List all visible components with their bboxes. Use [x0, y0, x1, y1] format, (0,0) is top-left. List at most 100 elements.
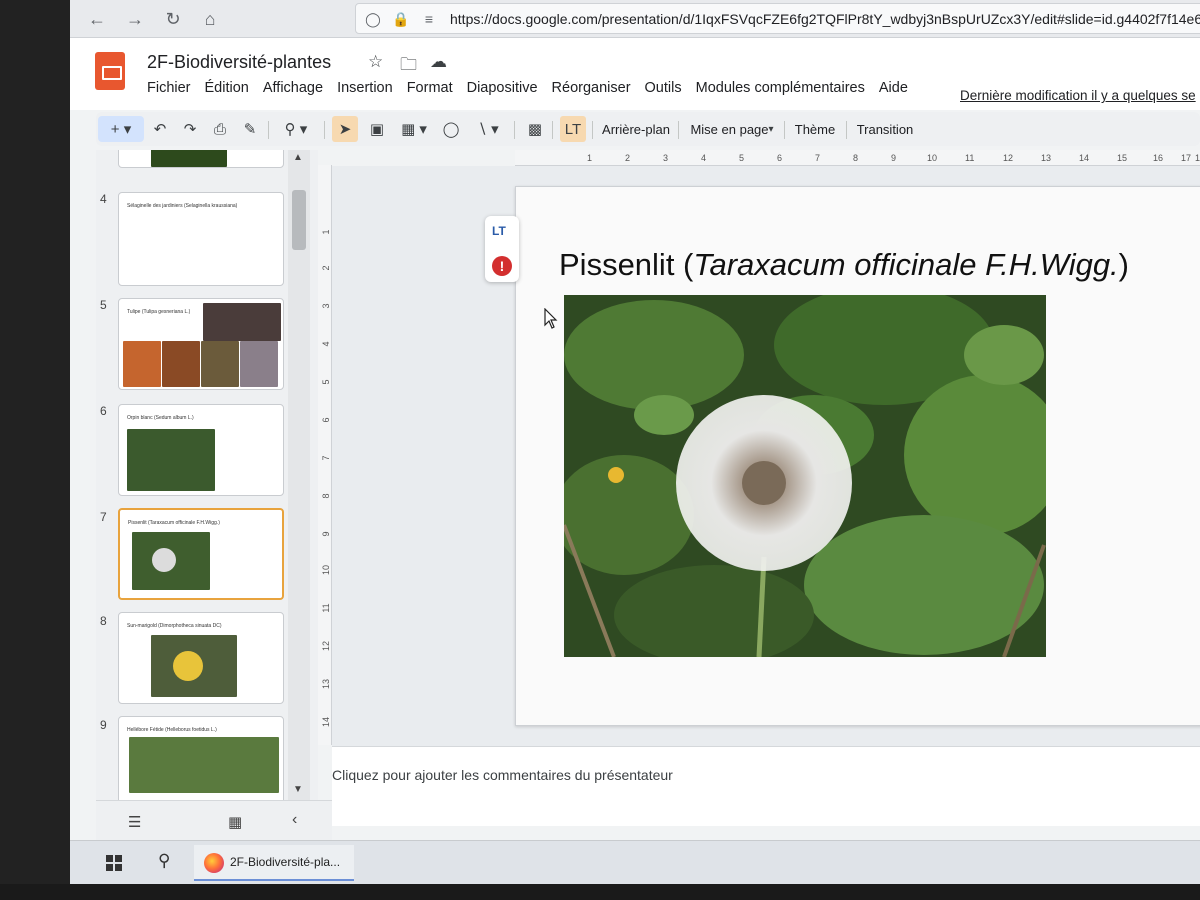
scroll-up-icon[interactable]: ▲ [293, 152, 303, 163]
shape-icon[interactable]: ◯ [438, 116, 464, 142]
taskbar-firefox-window[interactable]: 2F-Biodiversité-pla... [194, 845, 354, 881]
back-arrow-icon[interactable]: ← [84, 6, 110, 32]
reload-icon[interactable]: ↻ [160, 6, 186, 32]
ruler-tick-label: 17 [1181, 153, 1192, 163]
firefox-icon [204, 853, 224, 873]
cloud-status-icon[interactable]: ☁ [430, 52, 447, 72]
slide-number: 4 [100, 192, 107, 206]
thumbnail-photo [132, 532, 210, 590]
dandelion-photo[interactable] [564, 295, 1046, 657]
ruler-tick-label: 5 [321, 379, 331, 385]
slide-thumbnail-8[interactable]: Sun-marigold (Dimorphotheca sinuata DC) [118, 612, 284, 704]
redo-icon[interactable]: ↷ [178, 116, 202, 142]
slide-number: 8 [100, 614, 107, 628]
menu-diapositive[interactable]: Diapositive [467, 80, 538, 96]
search-icon[interactable]: ⚲ [158, 851, 170, 871]
ruler-tick-label: 10 [321, 565, 331, 576]
menu-aide[interactable]: Aide [879, 80, 908, 96]
slide-thumbnail-5[interactable]: Tulipe (Tulipa gesneriana L.) [118, 298, 284, 390]
thumbnail-photo [151, 635, 237, 697]
browser-toolbar: ← → ↻ ⌂ ◯ 🔒 ≡ https://docs.google.com/pr… [70, 0, 1200, 38]
ruler-tick-label: 15 [1117, 153, 1128, 163]
scrollbar-thumb[interactable] [292, 190, 306, 250]
ruler-tick-label: 16 [1153, 153, 1164, 163]
ruler-tick-label: 2 [625, 153, 631, 163]
document-title[interactable]: 2F-Biodiversité-plantes [147, 52, 331, 73]
text-box-icon[interactable]: ▣ [364, 116, 390, 142]
slide-thumbnail-7-selected[interactable]: Pissenlit (Taraxacum officinale F.H.Wigg… [118, 508, 284, 600]
menu-edition[interactable]: Édition [205, 80, 249, 96]
address-bar[interactable]: ◯ 🔒 ≡ https://docs.google.com/presentati… [355, 3, 1200, 34]
slide-title[interactable]: Pissenlit (Taraxacum officinale F.H.Wigg… [559, 247, 1129, 283]
transition-button[interactable]: Transition [852, 116, 918, 142]
chevron-down-icon: ▾ [768, 123, 774, 135]
ruler-tick-label: 7 [321, 455, 331, 461]
thumbnail-title: Pissenlit (Taraxacum officinale F.H.Wigg… [128, 520, 220, 526]
ruler-tick-label: 13 [1041, 153, 1052, 163]
home-icon[interactable]: ⌂ [197, 6, 223, 32]
windows-start-icon[interactable] [106, 855, 122, 871]
ruler-tick-label: 12 [1003, 153, 1014, 163]
menu-reorganiser[interactable]: Réorganiser [552, 80, 631, 96]
comment-icon[interactable]: ▩ [522, 116, 548, 142]
paint-format-icon[interactable]: ✎ [238, 116, 262, 142]
grid-view-icon[interactable]: ▦ [228, 813, 242, 831]
menu-fichier[interactable]: Fichier [147, 80, 191, 96]
error-alert-icon[interactable]: ! [492, 256, 512, 276]
print-icon[interactable]: ⎙ [208, 116, 232, 142]
menu-outils[interactable]: Outils [645, 80, 682, 96]
speaker-notes-placeholder[interactable]: Cliquez pour ajouter les commentaires du… [332, 767, 673, 783]
menu-insertion[interactable]: Insertion [337, 80, 393, 96]
slide-filmstrip: 4 Sélaginelle des jardiniers (Selaginell… [96, 150, 318, 800]
collapse-panel-icon[interactable]: ‹ [292, 811, 297, 829]
slide-thumbnail-6[interactable]: Orpin blanc (Sedum album L.) [118, 404, 284, 496]
slide-number: 7 [100, 510, 107, 524]
current-slide[interactable]: Pissenlit (Taraxacum officinale F.H.Wigg… [515, 186, 1200, 726]
editing-toolbar: + ▾ ↶ ↷ ⎙ ✎ ⚲ ▾ ➤ ▣ ▦ ▾ ◯ ∖ ▾ ▩ LT Arriè… [96, 112, 1200, 146]
taskbar-window-label: 2F-Biodiversité-pla... [230, 855, 341, 869]
slide-canvas[interactable]: Pissenlit (Taraxacum officinale F.H.Wigg… [332, 166, 1200, 746]
ruler-tick-label: 8 [321, 493, 331, 499]
last-edit-link[interactable]: Dernière modification il y a quelques se [960, 88, 1196, 103]
menu-affichage[interactable]: Affichage [263, 80, 323, 96]
slide-thumbnail-3[interactable] [118, 150, 284, 168]
ruler-tick-label: 3 [321, 303, 331, 309]
slide-thumbnail-4[interactable]: Sélaginelle des jardiniers (Selaginella … [118, 192, 284, 286]
lock-icon[interactable]: 🔒 [392, 10, 410, 28]
thumbnail-photo [162, 341, 200, 387]
new-slide-button[interactable]: + ▾ [98, 116, 144, 142]
slide-thumbnail-9[interactable]: Hellébore Fétide (Helleborus foetidus L.… [118, 716, 284, 800]
select-cursor-icon[interactable]: ➤ [332, 116, 358, 142]
thumbnail-title: Sélaginelle des jardiniers (Selaginella … [127, 203, 238, 209]
shield-icon[interactable]: ◯ [364, 10, 382, 28]
zoom-icon[interactable]: ⚲ ▾ [276, 116, 316, 142]
list-view-icon[interactable]: ☰ [128, 813, 141, 831]
slide-title-common-name: Pissenlit ( [559, 247, 694, 282]
menu-modules[interactable]: Modules complémentaires [696, 80, 865, 96]
filmstrip-scrollbar[interactable]: ▲ ▼ [288, 150, 310, 800]
thumbnail-photo [240, 341, 278, 387]
ruler-tick-label: 6 [777, 153, 783, 163]
toolbar-divider [268, 121, 269, 139]
url-text[interactable]: https://docs.google.com/presentation/d/1… [450, 11, 1200, 27]
undo-icon[interactable]: ↶ [148, 116, 172, 142]
languagetool-icon[interactable]: LT [560, 116, 586, 142]
languagetool-logo-icon[interactable]: LT [492, 224, 506, 238]
line-icon[interactable]: ∖ ▾ [468, 116, 508, 142]
scroll-down-icon[interactable]: ▼ [293, 784, 303, 795]
speaker-notes[interactable]: Cliquez pour ajouter les commentaires du… [332, 746, 1200, 826]
image-icon[interactable]: ▦ ▾ [394, 116, 434, 142]
languagetool-widget[interactable]: LT ! [485, 216, 519, 282]
ruler-tick-label: 4 [701, 153, 707, 163]
background-button[interactable]: Arrière-plan [600, 116, 672, 142]
star-icon[interactable]: ☆ [368, 52, 383, 72]
slides-logo-icon[interactable] [95, 52, 125, 90]
menu-format[interactable]: Format [407, 80, 453, 96]
slide-number: 9 [100, 718, 107, 732]
move-folder-icon[interactable]: 🗀 [400, 52, 417, 81]
permissions-icon[interactable]: ≡ [420, 10, 438, 28]
theme-button[interactable]: Thème [790, 116, 840, 142]
layout-button[interactable]: Mise en page ▾ [686, 116, 778, 142]
menu-bar: Fichier Édition Affichage Insertion Form… [147, 80, 908, 96]
forward-arrow-icon[interactable]: → [122, 6, 148, 32]
